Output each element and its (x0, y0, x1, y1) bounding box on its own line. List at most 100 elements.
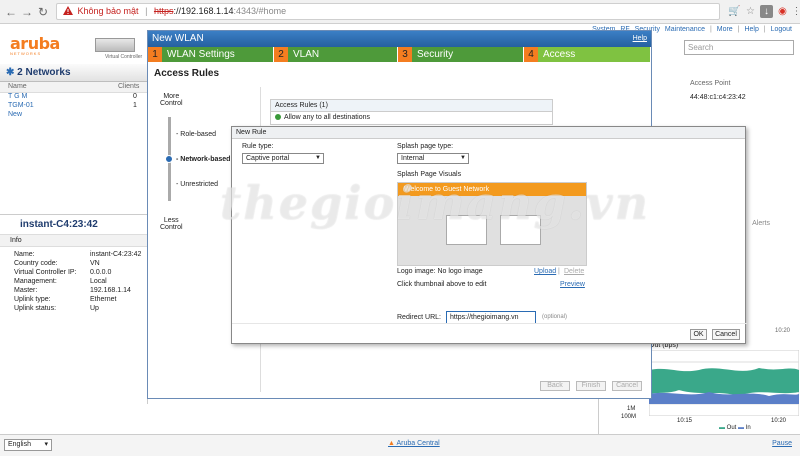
col-name[interactable]: Name (8, 83, 27, 90)
chevron-down-icon: ▼ (460, 155, 466, 161)
access-point-panel: Access Point 44:48:c1:c4:23:42 (652, 80, 800, 130)
link-more[interactable]: More (717, 26, 733, 33)
preview-link[interactable]: Preview (560, 281, 585, 288)
warning-icon (63, 6, 73, 15)
splash-banner[interactable]: Welcome to Guest Network (398, 183, 586, 196)
out-series-area (649, 368, 799, 396)
footer-bar: English ▾ ▲ Aruba Central Pause (0, 434, 800, 456)
vc-label: Virtual Controller (105, 54, 143, 60)
access-rules-header: Access Rules (1) (271, 100, 552, 112)
ap-value[interactable]: 44:48:c1:c4:23:42 (652, 94, 800, 101)
network-row[interactable]: T G M 0 (0, 93, 147, 102)
divider (232, 323, 747, 324)
aruba-central-link[interactable]: ▲ Aruba Central (388, 440, 440, 447)
info-key: Uplink type: (14, 296, 51, 303)
ok-button[interactable]: OK (690, 329, 707, 340)
cart-icon[interactable]: 🛒 (728, 5, 741, 18)
access-rules-list: Access Rules (1) Allow any to all destin… (270, 99, 553, 125)
help-link[interactable]: Help (633, 31, 647, 47)
info-value: Ethernet (90, 296, 117, 303)
chevron-down-icon: ▼ (315, 155, 321, 161)
rule-type-label: Rule type: (242, 143, 274, 150)
cancel-wizard-button[interactable]: Cancel (612, 381, 642, 391)
step-security[interactable]: 3 Security (398, 47, 524, 62)
new-rule-dialog: New Rule Rule type: Captive portal ▼ Spla… (231, 126, 747, 344)
delete-link[interactable]: Delete (564, 268, 584, 275)
finish-button[interactable]: Finish (576, 381, 606, 391)
network-name[interactable]: T G M (8, 93, 27, 100)
networks-title-text: 2 Networks (17, 67, 71, 78)
level-network-based[interactable]: - Network-based (176, 156, 230, 163)
chevron-down-icon: ▾ (44, 441, 48, 448)
new-network-label[interactable]: New (8, 111, 22, 118)
security-label: Không bảo mật (77, 6, 139, 16)
back-button[interactable]: Back (540, 381, 570, 391)
star-icon[interactable]: ☆ (744, 5, 757, 18)
splash-terms-card (500, 215, 541, 245)
download-icon[interactable]: ↓ (760, 5, 773, 18)
step-wlan-settings[interactable]: 1 WLAN Settings (148, 47, 274, 62)
central-label[interactable]: Aruba Central (397, 440, 440, 447)
legend-in-label: In (745, 425, 751, 431)
access-rules-title: Access Rules (154, 68, 220, 79)
browser-toolbar: ← → ↻ Không bảo mật | https://192.168.1.… (0, 0, 800, 24)
info-key: Name: (14, 251, 35, 258)
logo-image-row: Logo image: No logo image (397, 268, 483, 275)
search-input[interactable]: Search (684, 40, 794, 55)
y-tick: 1M (627, 406, 636, 412)
info-row: Management: Local (0, 278, 147, 287)
pause-link[interactable]: Pause (772, 440, 792, 447)
tab-info[interactable]: Info (0, 235, 147, 247)
url-host: 192.168.1.14 (180, 6, 234, 16)
back-icon[interactable]: ← (4, 4, 18, 20)
splash-visuals-label: Splash Page Visuals (397, 171, 462, 178)
level-role-based[interactable]: - Role-based (176, 131, 216, 138)
central-icon: ▲ (388, 440, 397, 447)
link-separator: | (763, 26, 766, 33)
col-clients[interactable]: Clients (118, 83, 139, 90)
reload-icon[interactable]: ↻ (36, 4, 50, 20)
x-tick: 10:15 (677, 418, 693, 424)
cancel-button[interactable]: Cancel (712, 329, 740, 340)
language-value: English (8, 441, 31, 448)
link-maintenance[interactable]: Maintenance (665, 26, 705, 33)
step-vlan[interactable]: 2 VLAN (274, 47, 398, 62)
access-rule-item[interactable]: Allow any to all destinations (271, 112, 552, 124)
link-help[interactable]: Help (744, 26, 758, 33)
level-unrestricted[interactable]: - Unrestricted (176, 181, 218, 188)
legend-out: ▬ Out ▬ In (719, 425, 751, 431)
step-number: 4 (524, 47, 538, 62)
control-slider-handle[interactable] (165, 155, 173, 163)
step-access[interactable]: 4 Access (524, 47, 651, 62)
forward-icon[interactable]: → (20, 4, 34, 20)
click-hint: Click thumbnail above to edit (397, 281, 487, 288)
new-network-link[interactable]: New (0, 111, 147, 120)
rule-type-select[interactable]: Captive portal ▼ (242, 153, 324, 164)
networks-icon: ✱ (6, 67, 18, 78)
extension-icon[interactable]: ◉ (776, 5, 789, 18)
info-key: Virtual Controller IP: (14, 269, 77, 276)
splash-type-select[interactable]: Internal ▼ (397, 153, 469, 164)
logo-label: Logo image: (397, 268, 436, 275)
network-clients: 0 (133, 93, 137, 100)
splash-type-label: Splash page type: (397, 143, 454, 150)
address-bar[interactable]: Không bảo mật | https://192.168.1.14:434… (56, 3, 720, 20)
step-number: 2 (274, 47, 288, 62)
link-separator: | (558, 268, 560, 275)
link-logout[interactable]: Logout (771, 26, 792, 33)
rule-title: New Rule (232, 127, 745, 139)
instance-panel: instant-C4:23:42 Info Name: instant-C4:23… (0, 214, 148, 404)
language-select[interactable]: English ▾ (4, 439, 52, 451)
splash-thumbnail[interactable]: Welcome to Guest Network (397, 182, 587, 266)
url-separator: | (145, 6, 148, 16)
info-row: Country code: VN (0, 260, 147, 269)
upload-link[interactable]: Upload (534, 268, 556, 275)
network-row[interactable]: TGM-01 1 (0, 102, 147, 111)
network-name[interactable]: TGM-01 (8, 102, 34, 109)
step-number: 1 (148, 47, 162, 62)
menu-icon[interactable]: ⋮ (790, 5, 800, 18)
wlan-title: New WLAN (152, 33, 204, 44)
info-key: Country code: (14, 260, 58, 267)
url-sep-slash: :// (173, 6, 181, 16)
info-value: 192.168.1.14 (90, 287, 131, 294)
